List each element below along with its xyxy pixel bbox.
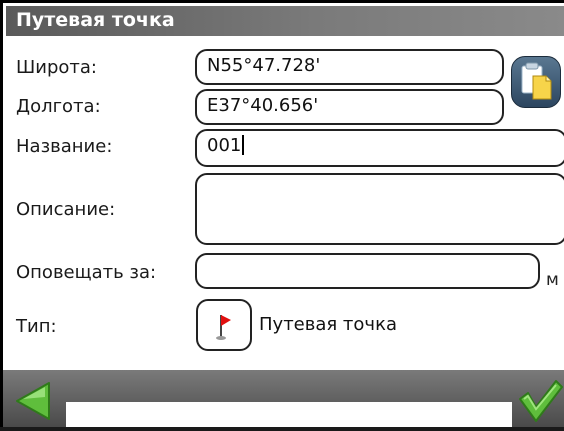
text-cursor — [242, 135, 245, 155]
longitude-label: Долгота: — [16, 96, 101, 117]
latitude-label: Широта: — [16, 57, 97, 78]
back-button[interactable] — [3, 375, 67, 427]
meters-unit: м — [546, 270, 559, 290]
name-field[interactable]: 001 — [195, 129, 564, 167]
alert-distance-field[interactable] — [195, 253, 540, 289]
type-button[interactable] — [196, 299, 252, 351]
title-bar: Путевая точка — [6, 6, 564, 36]
bottom-blank-area — [66, 402, 512, 427]
type-label: Тип: — [16, 316, 57, 337]
type-value: Путевая точка — [259, 314, 397, 335]
back-arrow-icon — [16, 382, 50, 420]
checkmark-icon — [519, 380, 563, 422]
name-value: 001 — [207, 135, 242, 156]
waypoint-window: Путевая точка Широта: N55°47.728' Долгот… — [0, 0, 564, 427]
latitude-field[interactable]: N55°47.728' — [195, 49, 504, 85]
description-field[interactable] — [195, 173, 564, 245]
paste-button[interactable] — [511, 56, 561, 108]
paste-icon — [521, 62, 552, 100]
longitude-field[interactable]: E37°40.656' — [195, 89, 504, 125]
red-flag-icon — [216, 315, 231, 340]
confirm-button[interactable] — [512, 375, 564, 427]
name-label: Название: — [16, 136, 113, 157]
description-label: Описание: — [16, 199, 116, 220]
alert-label: Оповещать за: — [16, 262, 157, 283]
window-title: Путевая точка — [16, 9, 175, 31]
